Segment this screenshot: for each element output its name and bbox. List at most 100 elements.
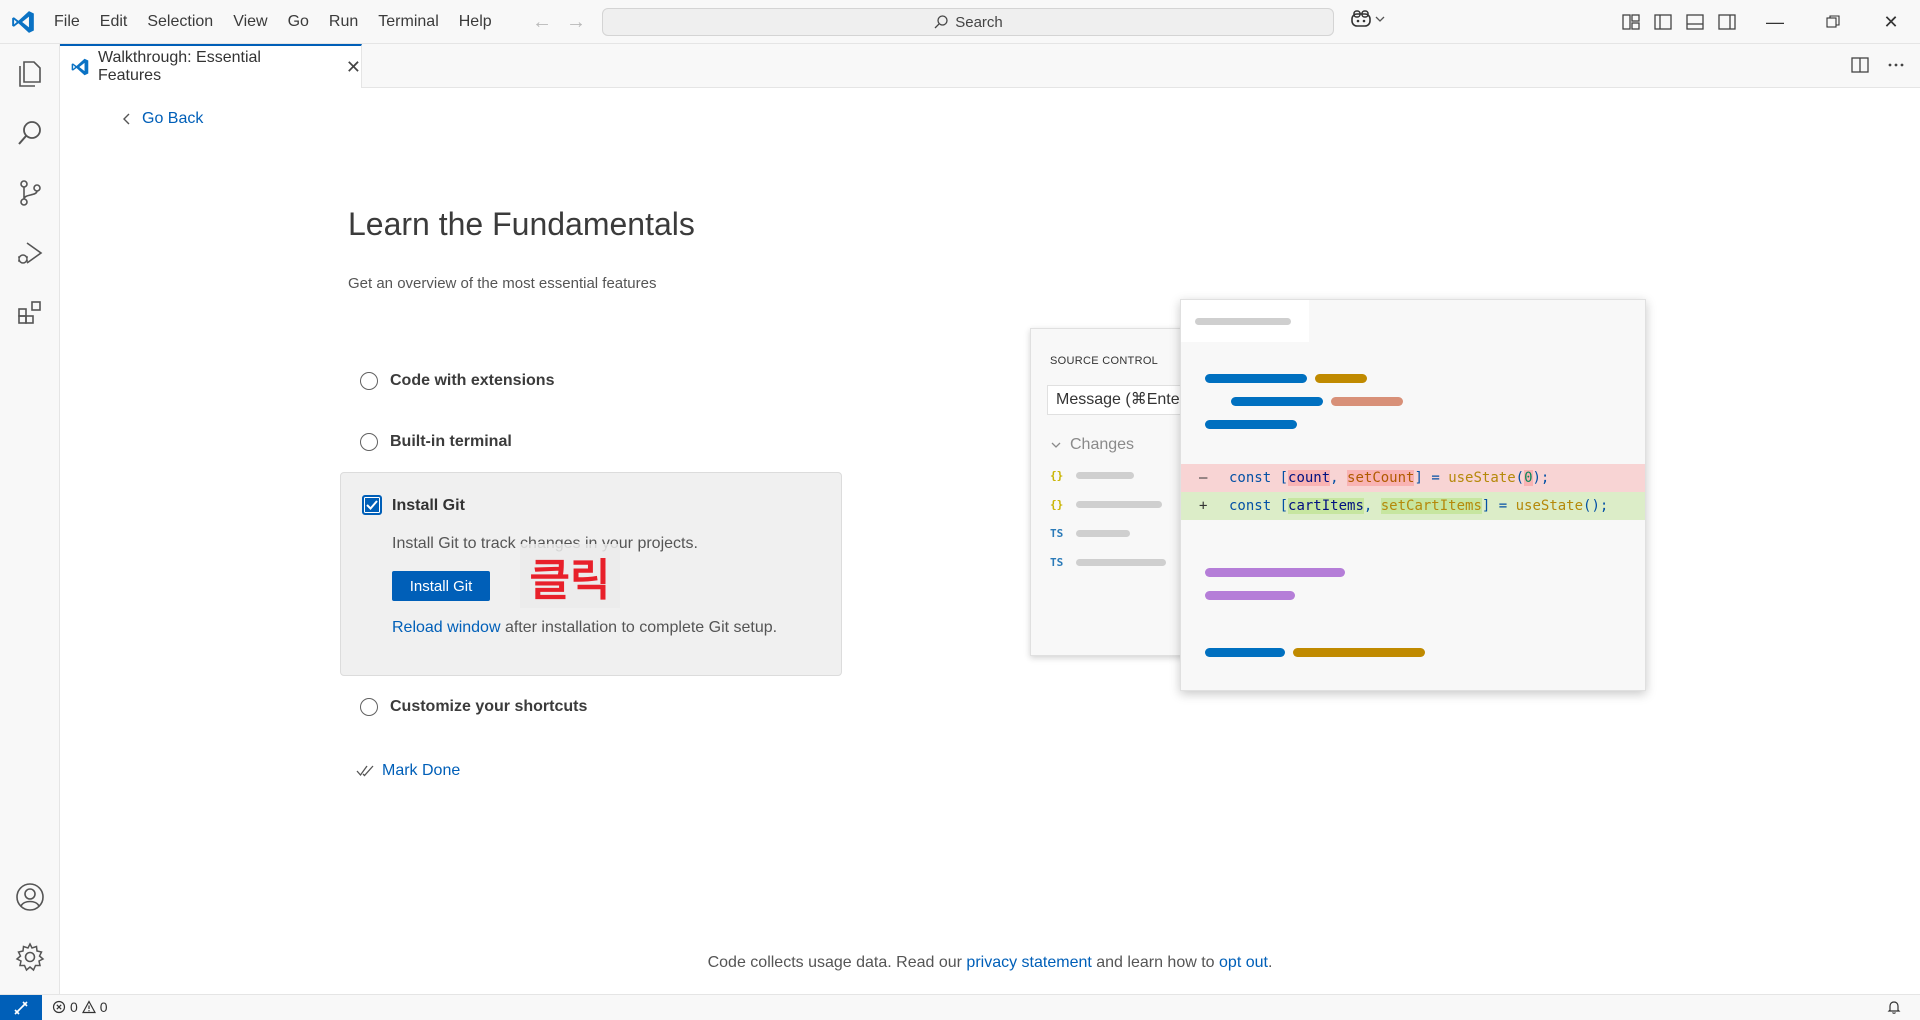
menu-go[interactable]: Go	[278, 0, 319, 44]
error-count: 0	[70, 999, 78, 1015]
menu-help[interactable]: Help	[449, 0, 502, 44]
code-line-bar	[1205, 568, 1345, 577]
activity-bar	[0, 44, 60, 994]
tab-title: Walkthrough: Essential Features	[97, 49, 261, 84]
code-token: 0	[1524, 470, 1533, 486]
close-window-icon[interactable]: ✕	[1862, 0, 1920, 44]
customize-layout-icon[interactable]	[1620, 11, 1642, 33]
step-radio[interactable]	[360, 698, 378, 716]
split-editor-icon[interactable]	[1850, 55, 1870, 75]
go-back-link[interactable]: Go Back	[122, 110, 203, 128]
chevron-left-icon	[123, 113, 130, 125]
file-name-bar	[1076, 559, 1166, 566]
diff-removed-line: — const [count, setCount] = useState(0);	[1181, 464, 1645, 492]
search-label: Search	[955, 13, 1003, 31]
toggle-primary-sidebar-icon[interactable]	[1652, 11, 1674, 33]
code-token: ,	[1363, 498, 1381, 514]
tab-walkthrough[interactable]: Walkthrough: Essential Features ✕	[60, 44, 362, 88]
menu-view[interactable]: View	[223, 0, 277, 44]
json-file-icon: {}	[1050, 469, 1064, 482]
code-token: ();	[1583, 498, 1609, 514]
go-back-label: Go Back	[142, 110, 204, 127]
step-radio[interactable]	[360, 372, 378, 390]
code-token: setCartItems	[1380, 498, 1482, 514]
file-name-bar	[1076, 472, 1134, 479]
menu-edit[interactable]: Edit	[90, 0, 138, 44]
telemetry-notice: Code collects usage data. Read our priva…	[60, 954, 1920, 972]
toggle-secondary-sidebar-icon[interactable]	[1716, 11, 1738, 33]
ts-file-icon: TS	[1050, 556, 1064, 569]
restore-icon[interactable]	[1804, 0, 1862, 44]
problems-indicator[interactable]: 0 0	[52, 999, 108, 1015]
step-built-in-terminal[interactable]: Built-in terminal	[360, 433, 512, 451]
search-view-icon[interactable]	[13, 116, 47, 150]
code-diff-illustration: — const [count, setCount] = useState(0);…	[1180, 299, 1646, 691]
search-icon	[934, 15, 948, 29]
step-radio[interactable]	[360, 433, 378, 451]
code-token: ] =	[1481, 498, 1516, 514]
code-token: useState	[1515, 498, 1584, 514]
editor-tab-placeholder	[1181, 300, 1309, 342]
minimize-icon[interactable]: —	[1746, 0, 1804, 44]
walkthrough-title: Learn the Fundamentals	[348, 206, 695, 242]
manage-gear-icon[interactable]	[13, 940, 47, 974]
menu-run[interactable]: Run	[319, 0, 368, 44]
navigation-arrows: ← →	[530, 10, 588, 34]
vscode-logo-icon[interactable]	[10, 9, 36, 35]
step-checkbox-checked[interactable]	[362, 495, 382, 515]
more-actions-icon[interactable]	[1886, 55, 1906, 75]
explorer-icon[interactable]	[13, 56, 47, 90]
code-token: cartItems	[1288, 498, 1364, 514]
error-icon	[52, 1000, 66, 1014]
run-and-debug-icon[interactable]	[13, 236, 47, 270]
privacy-statement-link[interactable]: privacy statement	[966, 954, 1091, 971]
reload-instruction: Reload window after installation to comp…	[392, 619, 777, 637]
changed-file-row: TS	[1050, 556, 1166, 569]
window-controls: — ✕	[1746, 0, 1920, 44]
step-customize-shortcuts[interactable]: Customize your shortcuts	[360, 698, 587, 716]
tab-name-bar	[1195, 318, 1291, 325]
arrow-left-icon[interactable]: ←	[530, 10, 554, 34]
code-token: const [	[1229, 470, 1289, 486]
changed-file-row: {}	[1050, 498, 1162, 511]
copilot-icon	[1351, 10, 1371, 27]
menu-terminal[interactable]: Terminal	[368, 0, 448, 44]
editor-tab-bar: Walkthrough: Essential Features ✕	[60, 44, 1920, 88]
title-bar: File Edit Selection View Go Run Terminal…	[0, 0, 1920, 44]
copilot-menu[interactable]	[1350, 9, 1385, 29]
opt-out-link[interactable]: opt out	[1219, 954, 1268, 971]
file-name-bar	[1076, 530, 1130, 537]
reload-instruction-text: after installation to complete Git setup…	[500, 619, 778, 636]
code-line-bar	[1205, 591, 1295, 600]
code-token: count	[1288, 470, 1331, 486]
install-git-button[interactable]: Install Git	[392, 571, 490, 601]
diff-added-line: + const [cartItems, setCartItems] = useS…	[1181, 492, 1645, 520]
telemetry-middle: and learn how to	[1091, 954, 1220, 971]
file-name-bar	[1076, 501, 1162, 508]
warning-count: 0	[99, 999, 108, 1015]
notifications-bell-icon[interactable]	[1886, 999, 1902, 1020]
code-token: (	[1515, 470, 1525, 486]
tab-actions	[1850, 55, 1906, 75]
code-token: setCount	[1347, 470, 1415, 486]
code-token: ] =	[1414, 470, 1449, 486]
accounts-icon[interactable]	[13, 880, 47, 914]
remote-icon	[14, 1001, 28, 1015]
close-icon[interactable]: ✕	[346, 57, 361, 78]
source-control-icon[interactable]	[13, 176, 47, 210]
command-center-search[interactable]: Search	[602, 8, 1334, 36]
mark-done-link[interactable]: Mark Done	[356, 762, 460, 780]
menu-selection[interactable]: Selection	[137, 0, 223, 44]
extensions-icon[interactable]	[13, 296, 47, 330]
code-token: );	[1532, 470, 1550, 486]
diff-added-code: const [cartItems, setCartItems] = useSta…	[1229, 492, 1608, 520]
toggle-panel-icon[interactable]	[1684, 11, 1706, 33]
click-annotation-label: 클릭	[520, 544, 620, 608]
menu-file[interactable]: File	[44, 0, 90, 44]
remote-indicator[interactable]	[0, 995, 42, 1020]
mark-done-label: Mark Done	[382, 762, 461, 779]
arrow-right-icon[interactable]: →	[564, 10, 588, 34]
ts-file-icon: TS	[1050, 527, 1064, 540]
step-code-with-extensions[interactable]: Code with extensions	[360, 372, 554, 390]
reload-window-link[interactable]: Reload window	[392, 619, 501, 636]
